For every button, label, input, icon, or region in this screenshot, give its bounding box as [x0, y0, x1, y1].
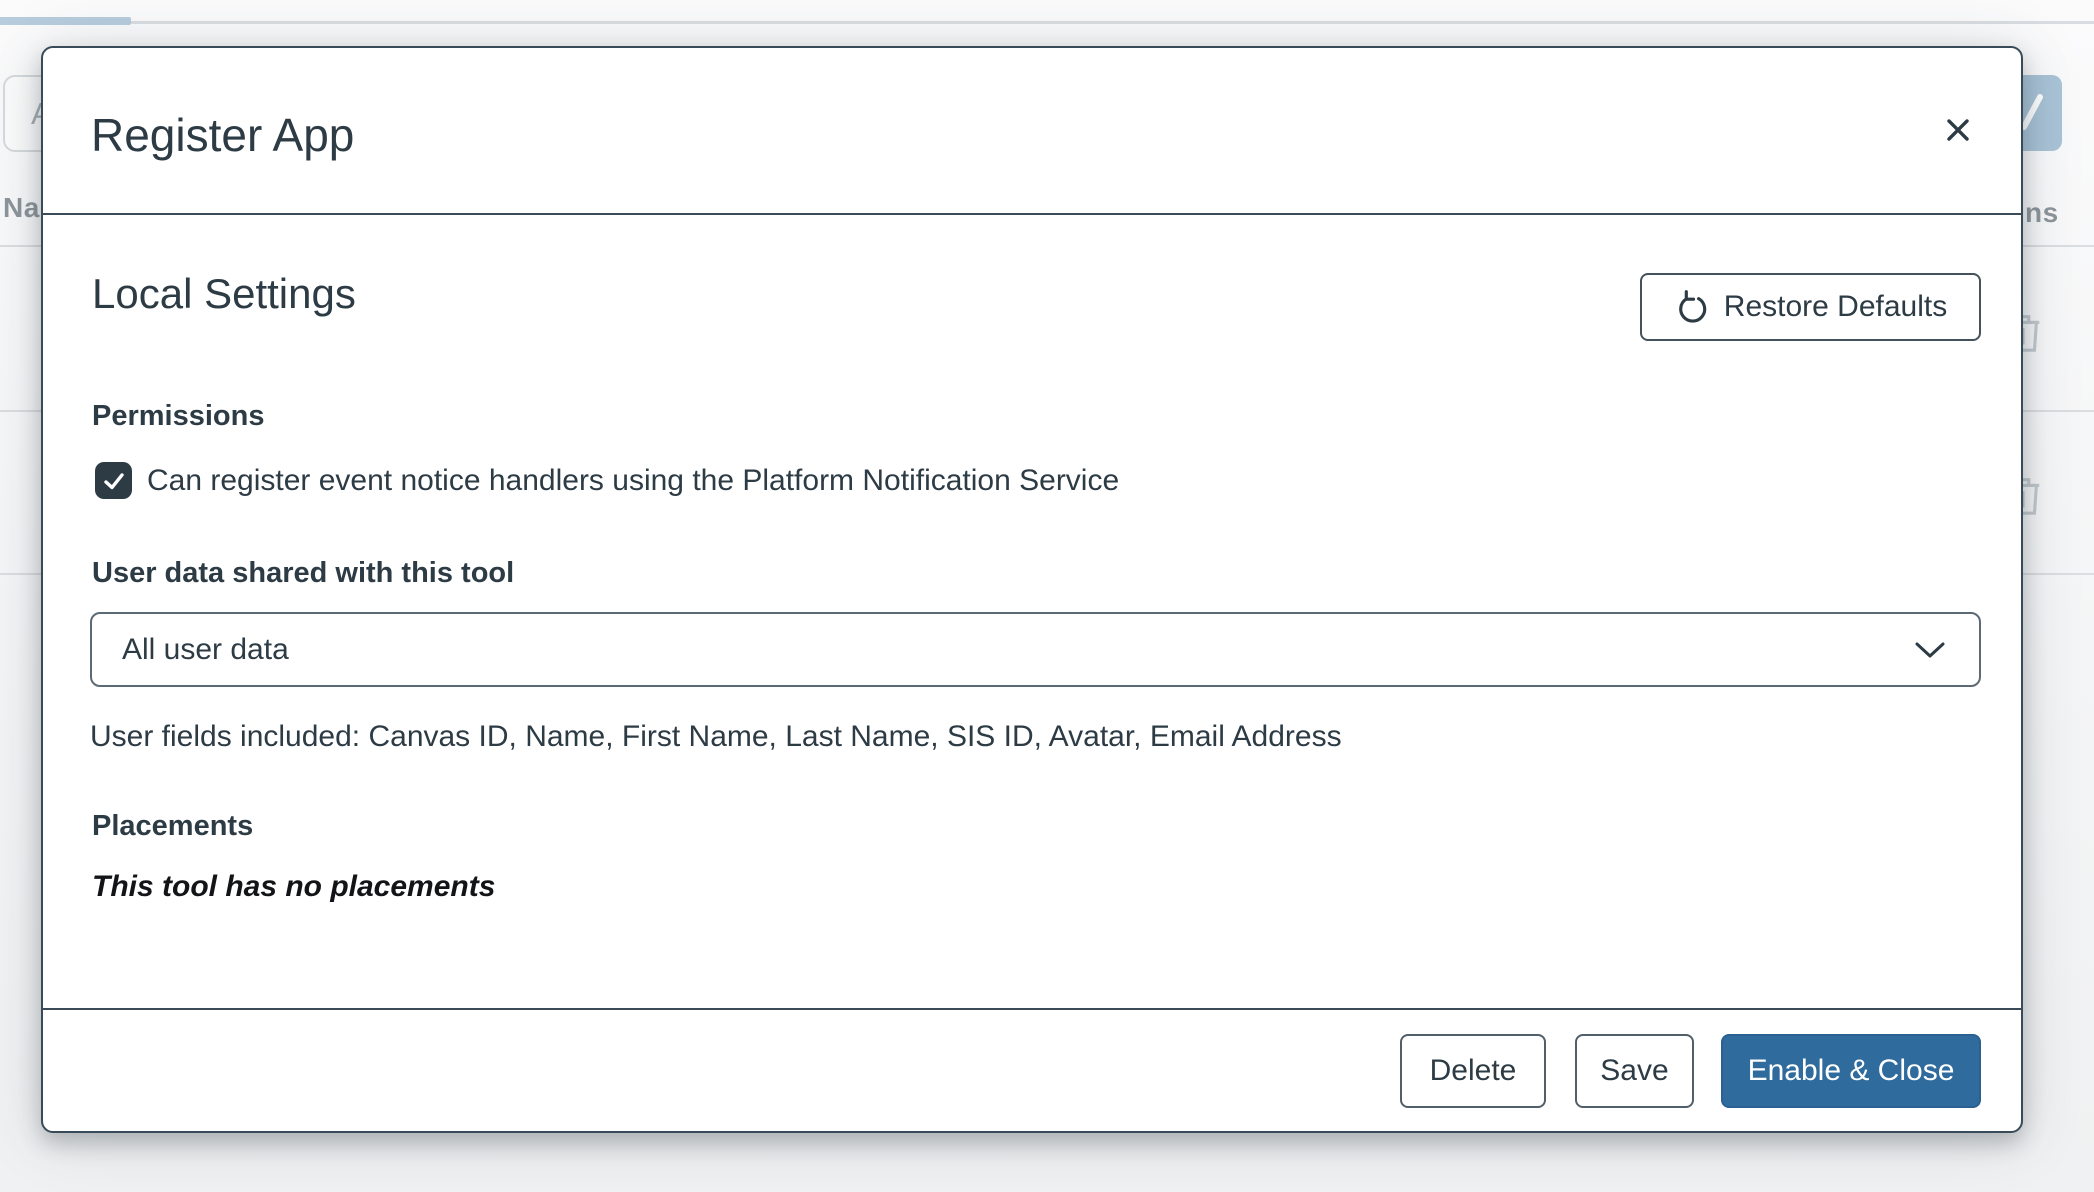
reset-icon	[1674, 289, 1710, 325]
pns-checkbox-label[interactable]: Can register event notice handlers using…	[147, 462, 1119, 499]
enable-close-button[interactable]: Enable & Close	[1721, 1034, 1981, 1108]
app-screen: A Na ns Register App	[0, 0, 2094, 1192]
checkmark-icon	[102, 469, 126, 493]
local-settings-heading: Local Settings	[92, 270, 356, 318]
permissions-heading: Permissions	[92, 400, 264, 433]
close-button[interactable]	[1928, 100, 1988, 160]
save-button[interactable]: Save	[1575, 1034, 1694, 1108]
user-data-heading: User data shared with this tool	[92, 557, 514, 590]
background-active-tab-underline	[0, 17, 131, 25]
placements-empty-message: This tool has no placements	[92, 870, 495, 904]
register-app-modal: Register App Local Settings Restore Defa…	[41, 46, 2023, 1133]
chevron-down-icon	[1913, 640, 1947, 660]
restore-defaults-button[interactable]: Restore Defaults	[1640, 273, 1981, 341]
modal-title: Register App	[91, 108, 354, 162]
delete-button[interactable]: Delete	[1400, 1034, 1546, 1108]
close-icon	[1943, 115, 1973, 145]
background-column-header-name: Na	[3, 192, 40, 224]
placements-heading: Placements	[92, 810, 253, 843]
user-data-select[interactable]: All user data	[90, 612, 1981, 687]
pns-checkbox[interactable]	[95, 462, 132, 499]
modal-header-divider	[43, 213, 2021, 215]
user-data-select-value: All user data	[122, 633, 289, 667]
modal-footer-divider	[43, 1008, 2021, 1010]
background-tabbar-border	[0, 21, 2094, 24]
background-column-header-actions: ns	[2025, 197, 2059, 229]
restore-defaults-label: Restore Defaults	[1724, 290, 1947, 324]
user-fields-note: User fields included: Canvas ID, Name, F…	[90, 720, 1342, 754]
